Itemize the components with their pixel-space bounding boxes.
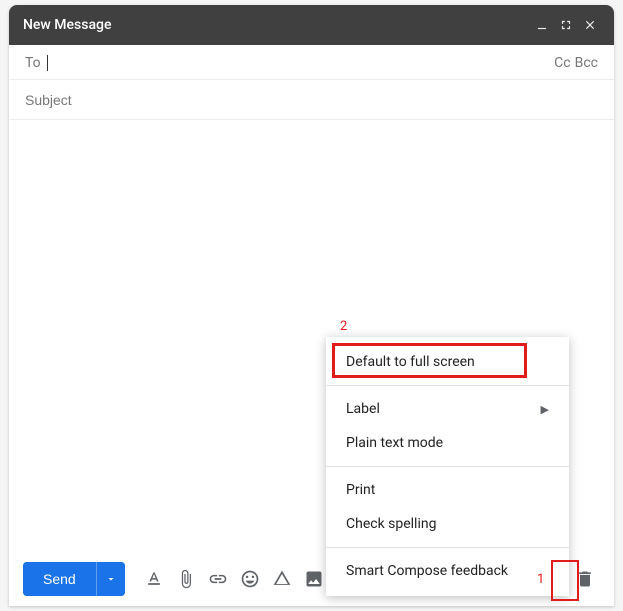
- emoji-icon[interactable]: [235, 564, 265, 594]
- recipients-row: To Cc Bcc: [9, 45, 614, 80]
- menu-smart[interactable]: Smart Compose feedback: [326, 554, 569, 588]
- menu-plaintext[interactable]: Plain text mode: [326, 426, 569, 460]
- format-icon[interactable]: [139, 564, 169, 594]
- menu-print[interactable]: Print: [326, 473, 569, 507]
- subject-row: [9, 80, 614, 120]
- bcc-link[interactable]: Bcc: [575, 55, 598, 71]
- drive-icon[interactable]: [267, 564, 297, 594]
- send-dropdown-button[interactable]: [96, 562, 125, 596]
- header-controls: [532, 15, 600, 35]
- subject-input[interactable]: [25, 92, 598, 108]
- minimize-icon[interactable]: [532, 15, 552, 35]
- header-title: New Message: [23, 17, 111, 33]
- more-options-menu: Default to full screen Label ▶ Plain tex…: [326, 337, 569, 596]
- menu-fullscreen[interactable]: Default to full screen: [326, 345, 569, 379]
- menu-fullscreen-label: Default to full screen: [346, 354, 475, 370]
- fullscreen-icon[interactable]: [556, 15, 576, 35]
- menu-divider: [326, 466, 569, 467]
- menu-divider: [326, 547, 569, 548]
- menu-plaintext-label: Plain text mode: [346, 435, 443, 451]
- to-input[interactable]: [48, 55, 554, 71]
- compose-header: New Message: [9, 5, 614, 45]
- to-label: To: [25, 55, 41, 71]
- cc-bcc-toggle: Cc Bcc: [554, 55, 598, 71]
- menu-label[interactable]: Label ▶: [326, 392, 569, 426]
- menu-divider: [326, 385, 569, 386]
- link-icon[interactable]: [203, 564, 233, 594]
- menu-label-text: Label: [346, 401, 380, 417]
- menu-smart-label: Smart Compose feedback: [346, 563, 508, 579]
- chevron-right-icon: ▶: [541, 403, 549, 416]
- send-button[interactable]: Send: [23, 562, 96, 596]
- menu-spell-label: Check spelling: [346, 516, 436, 532]
- send-button-group: Send: [23, 562, 125, 596]
- discard-icon[interactable]: [570, 564, 600, 594]
- photo-icon[interactable]: [299, 564, 329, 594]
- close-icon[interactable]: [580, 15, 600, 35]
- cc-link[interactable]: Cc: [554, 55, 570, 71]
- menu-print-label: Print: [346, 482, 375, 498]
- menu-spell[interactable]: Check spelling: [326, 507, 569, 541]
- attach-icon[interactable]: [171, 564, 201, 594]
